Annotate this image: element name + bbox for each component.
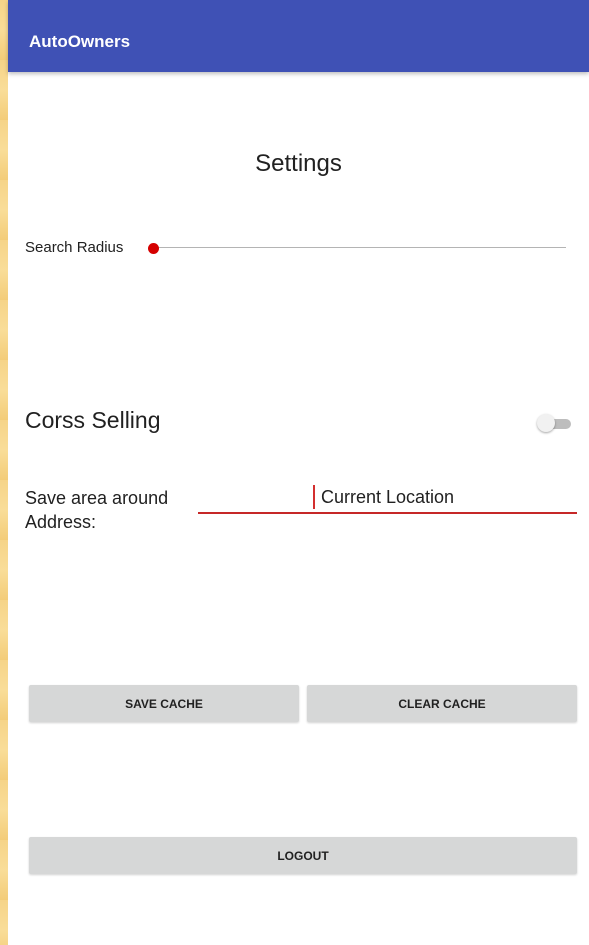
logout-button[interactable]: LOGOUT: [29, 837, 577, 874]
address-input[interactable]: [198, 482, 577, 514]
left-edge-strip: [0, 0, 8, 945]
cross-selling-toggle[interactable]: [537, 414, 573, 434]
slider-track: [154, 247, 566, 248]
search-radius-label: Search Radius: [25, 239, 124, 256]
cross-selling-label: Corss Selling: [25, 407, 161, 433]
app-title: AutoOwners: [29, 32, 131, 51]
text-caret: [313, 485, 315, 509]
clear-cache-button[interactable]: CLEAR CACHE: [307, 685, 577, 722]
search-radius-slider[interactable]: [148, 236, 566, 260]
app-bar: AutoOwners: [8, 0, 589, 72]
save-cache-button[interactable]: SAVE CACHE: [29, 685, 299, 722]
save-area-label: Save area around Address:: [25, 488, 169, 532]
toggle-thumb[interactable]: [537, 414, 555, 432]
slider-thumb[interactable]: [148, 243, 159, 254]
page-title: Settings: [255, 150, 342, 177]
app-screen: AutoOwners Settings Search Radius Corss …: [8, 0, 589, 945]
